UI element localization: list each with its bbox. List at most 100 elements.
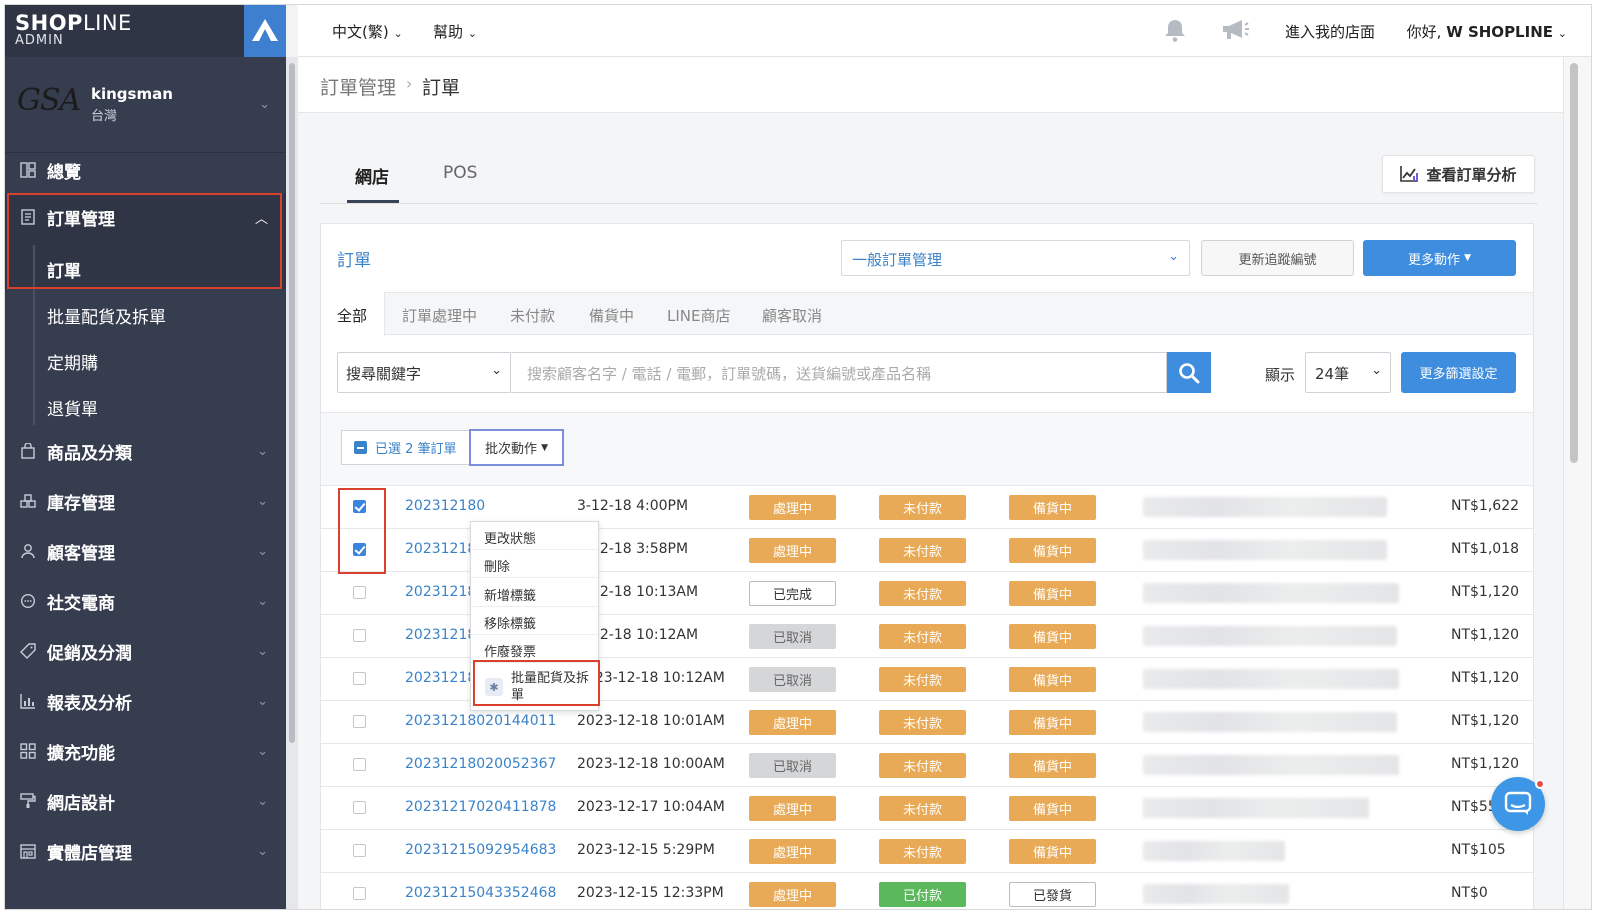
scrollbar-thumb[interactable]: [1570, 63, 1578, 463]
tab-line-store[interactable]: LINE商店: [667, 305, 730, 326]
logo-area[interactable]: SHOPLINE ADMIN: [5, 5, 286, 57]
sidebar-scrollbar[interactable]: [286, 57, 298, 909]
order-id-link[interactable]: 20231215043352468: [405, 885, 556, 901]
more-actions-button[interactable]: 更多動作 ▼: [1363, 240, 1516, 276]
sidebar-item-promotions[interactable]: 促銷及分潤 ⌄: [5, 628, 286, 674]
sidebar-item-customers[interactable]: 顧客管理 ⌄: [5, 528, 286, 574]
sidebar-subitem-returns[interactable]: 退貨單: [47, 395, 98, 420]
order-management-select[interactable]: 一般訂單管理 ⌄: [841, 240, 1190, 276]
tab-customer-cancelled[interactable]: 顧客取消: [762, 305, 822, 326]
menu-item-add-tag[interactable]: 新增標籤: [471, 579, 598, 607]
menu-item-delete[interactable]: 刪除: [471, 550, 598, 578]
tab-unpaid[interactable]: 未付款: [510, 305, 555, 326]
tab-online-store[interactable]: 網店: [355, 163, 389, 188]
row-checkbox[interactable]: [353, 672, 366, 685]
table-row[interactable]: 20231215043352468 2023-12-15 12:33PM 處理中 已付…: [321, 872, 1533, 909]
sidebar-item-label: 促銷及分潤: [47, 643, 132, 664]
row-checkbox[interactable]: [353, 887, 366, 900]
order-amount: NT$1,120: [1451, 670, 1520, 686]
order-amount: NT$105: [1451, 842, 1506, 858]
search-input[interactable]: 搜索顧客名字 / 電話 / 電郵，訂單號碼，送貨編號或產品名稱: [511, 352, 1167, 393]
search-button[interactable]: [1167, 352, 1211, 393]
main-scrollbar[interactable]: [1563, 57, 1591, 909]
user-menu[interactable]: 你好, W SHOPLINE ⌄: [1407, 21, 1567, 42]
caret-down-icon: ▼: [1464, 253, 1472, 263]
table-row[interactable]: 20231218020052367 2023-12-18 10:00AM 已取消 未付…: [321, 743, 1533, 786]
sidebar-subitem-orders[interactable]: 訂單: [47, 257, 81, 282]
search-field-select[interactable]: 搜尋關鍵字 ⌄: [337, 352, 511, 393]
row-checkbox[interactable]: [353, 844, 366, 857]
sidebar-item-products[interactable]: 商品及分類 ⌄: [5, 428, 286, 474]
chevron-down-icon: ⌄: [257, 593, 268, 609]
order-id-link[interactable]: 20231217020411878: [405, 799, 556, 815]
payment-status-badge: 未付款: [879, 753, 966, 778]
order-date: 2023-12-15 12:33PM: [577, 885, 724, 901]
order-id-link[interactable]: 202312180: [405, 498, 485, 514]
redacted-customer-info: [1143, 841, 1285, 861]
breadcrumb-parent[interactable]: 訂單管理: [320, 73, 396, 100]
chevron-down-icon: ⌄: [1168, 249, 1179, 264]
tab-processing[interactable]: 訂單處理中: [402, 305, 477, 326]
menu-item-change-status[interactable]: 更改狀態: [471, 522, 598, 550]
sidebar-item-inventory[interactable]: 庫存管理 ⌄: [5, 478, 286, 524]
row-checkbox[interactable]: [353, 586, 366, 599]
menu-item-void-invoice[interactable]: 作廢發票: [471, 635, 598, 663]
order-status-badge: 處理中: [749, 796, 836, 821]
menu-item-remove-tag[interactable]: 移除標籤: [471, 607, 598, 635]
sidebar-item-apps[interactable]: 擴充功能 ⌄: [5, 728, 286, 774]
sidebar-item-overview[interactable]: 總覽: [5, 147, 286, 193]
table-row[interactable]: 20231215092954683 2023-12-15 5:29PM 處理中 未付款…: [321, 829, 1533, 872]
breadcrumb-separator: ›: [406, 74, 413, 93]
more-filters-button[interactable]: 更多篩選設定: [1401, 352, 1516, 393]
megaphone-icon[interactable]: [1220, 17, 1250, 47]
order-id-link[interactable]: 20231215092954683: [405, 842, 556, 858]
shopping-bag-icon: [19, 442, 37, 460]
chevron-down-icon: ⌄: [259, 97, 270, 112]
redacted-customer-info: [1143, 626, 1397, 646]
enter-store-link[interactable]: 進入我的店面: [1285, 21, 1375, 42]
help-dropdown[interactable]: 幫助 ⌄: [433, 21, 477, 42]
sidebar-item-label: 網店設計: [47, 793, 115, 814]
sidebar-item-label: 顧客管理: [47, 543, 115, 564]
shipping-status-badge: 備貨中: [1009, 753, 1096, 778]
tab-preparing[interactable]: 備貨中: [589, 305, 634, 326]
redacted-customer-info: [1143, 583, 1399, 603]
tab-all[interactable]: 全部: [337, 305, 367, 326]
clipboard-icon: [19, 208, 37, 226]
redacted-customer-info: [1143, 884, 1289, 904]
shipping-status-badge: 備貨中: [1009, 495, 1096, 520]
bell-icon[interactable]: [1162, 17, 1188, 47]
selected-count-toggle[interactable]: 已選 2 筆訂單: [341, 430, 471, 465]
search-icon: [1179, 362, 1200, 383]
order-date: 2023-12-18 10:00AM: [577, 756, 725, 772]
bulk-action-button[interactable]: 批次動作 ▼: [469, 429, 564, 466]
collapse-sidebar-button[interactable]: [244, 5, 286, 57]
row-checkbox[interactable]: [353, 543, 366, 556]
table-row[interactable]: 20231217020411878 2023-12-17 10:04AM 處理中 未付…: [321, 786, 1533, 829]
menu-item-bulk-split[interactable]: ✱ 批量配貨及拆單: [471, 664, 598, 710]
sidebar-item-order-management[interactable]: 訂單管理 ︿: [5, 194, 286, 240]
update-tracking-button[interactable]: 更新追蹤編號: [1201, 240, 1354, 276]
sidebar-item-reports[interactable]: 報表及分析 ⌄: [5, 678, 286, 724]
order-id-link[interactable]: 20231218020052367: [405, 756, 556, 772]
row-checkbox[interactable]: [353, 758, 366, 771]
row-checkbox[interactable]: [353, 500, 366, 513]
order-id-link[interactable]: 20231218020144011: [405, 713, 556, 729]
sidebar-item-store-design[interactable]: 網店設計 ⌄: [5, 778, 286, 824]
tab-pos[interactable]: POS: [443, 163, 477, 183]
sidebar-subitem-bulk-split[interactable]: 批量配貨及拆單: [47, 303, 166, 328]
row-checkbox[interactable]: [353, 801, 366, 814]
sidebar-subitem-subscription[interactable]: 定期購: [47, 349, 98, 374]
shipping-status-badge: 備貨中: [1009, 538, 1096, 563]
row-checkbox[interactable]: [353, 629, 366, 642]
chevron-down-icon: ⌄: [257, 743, 268, 759]
row-checkbox[interactable]: [353, 715, 366, 728]
sidebar-item-retail-store[interactable]: 實體店管理 ⌄: [5, 828, 286, 874]
page-size-select[interactable]: 24筆 ⌄: [1305, 352, 1391, 393]
language-dropdown[interactable]: 中文(繁) ⌄: [332, 21, 403, 42]
scrollbar-thumb[interactable]: [289, 63, 295, 743]
view-order-analysis-button[interactable]: 查看訂單分析: [1382, 155, 1535, 193]
sidebar-item-social-commerce[interactable]: 社交電商 ⌄: [5, 578, 286, 624]
store-switcher[interactable]: GSA kingsman 台灣 ⌄: [5, 57, 286, 153]
shipping-status-badge: 已發貨: [1009, 882, 1096, 907]
